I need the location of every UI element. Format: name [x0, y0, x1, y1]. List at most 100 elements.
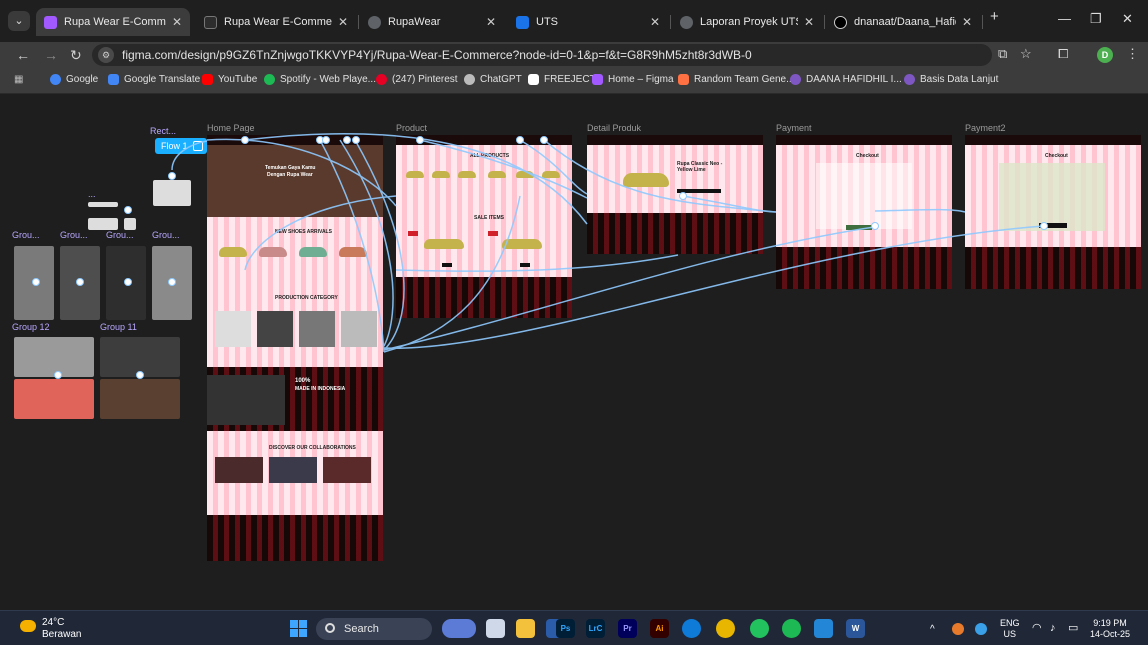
bookmark-star-icon[interactable]: ☆: [1020, 46, 1032, 62]
weather-description: Berawan: [42, 629, 82, 640]
tab-separator: [670, 15, 671, 29]
volume-icon[interactable]: ♪: [1050, 623, 1056, 634]
chrome-icon[interactable]: [716, 619, 735, 638]
bookmark-google-translate[interactable]: Google Translate: [108, 74, 200, 85]
tab-uts[interactable]: UTS ✕: [508, 8, 668, 36]
tab-rupawear[interactable]: RupaWear ✕: [360, 8, 504, 36]
close-tab-icon[interactable]: ✕: [650, 15, 660, 29]
restore-icon[interactable]: ❐: [1090, 11, 1102, 27]
start-button[interactable]: [290, 620, 307, 637]
prototype-wire: [244, 195, 397, 271]
widgets-icon[interactable]: [442, 619, 476, 638]
close-tab-icon[interactable]: ✕: [804, 15, 814, 29]
university-icon: [790, 74, 801, 85]
figma-icon: [44, 15, 57, 29]
connection-node: [54, 371, 62, 379]
kebab-menu-icon[interactable]: ⋮: [1126, 46, 1139, 62]
tab-laporan-proyek[interactable]: Laporan Proyek UTS.docx ✕: [672, 8, 822, 36]
close-window-icon[interactable]: ✕: [1122, 11, 1133, 27]
bookmark-youtube[interactable]: YouTube: [202, 74, 257, 85]
new-tab-button[interactable]: +: [990, 8, 999, 25]
lightroom-classic-icon[interactable]: LrC: [586, 619, 605, 638]
url-text[interactable]: figma.com/design/p9GZ6TnZnjwgoTKKVYP4Yj/…: [122, 48, 752, 62]
connection-node: [352, 136, 360, 144]
tab-label: RupaWear: [388, 16, 441, 28]
install-app-icon[interactable]: ⧉: [998, 46, 1007, 62]
battery-icon[interactable]: ▭: [1068, 623, 1078, 634]
prototype-wire: [383, 195, 521, 353]
browser-tab-strip: ⌄ Rupa Wear E-Commerce – ✕ Rupa Wear E-C…: [0, 0, 1148, 42]
document-icon: [516, 15, 529, 29]
minimize-icon[interactable]: —: [1058, 11, 1071, 26]
taskbar-search[interactable]: Search: [316, 618, 432, 640]
vscode-icon[interactable]: [814, 619, 833, 638]
bookmark-freeject[interactable]: FREEJECT: [528, 74, 596, 85]
weather-temperature: 24°C: [42, 617, 65, 628]
prototype-wire: [419, 139, 588, 199]
photoshop-icon[interactable]: Ps: [556, 619, 575, 638]
close-tab-icon[interactable]: ✕: [338, 15, 348, 29]
prototype-wire: [395, 254, 679, 272]
bookmark-random-team[interactable]: Random Team Gene...: [678, 74, 794, 85]
language-indicator[interactable]: ENG US: [1000, 618, 1020, 640]
connection-node: [516, 136, 524, 144]
word-icon[interactable]: W: [846, 619, 865, 638]
search-icon: [325, 623, 335, 633]
reload-icon[interactable]: ↻: [70, 46, 82, 64]
connection-node: [322, 136, 330, 144]
close-tab-icon[interactable]: ✕: [962, 15, 972, 29]
tab-rupa-wear-figma[interactable]: Rupa Wear E-Commerce ✕: [196, 8, 356, 36]
forward-arrow-icon[interactable]: →: [44, 46, 58, 64]
spotify-icon: [264, 74, 275, 85]
tray-app-icon[interactable]: [952, 623, 964, 635]
bookmark-chatgpt[interactable]: ChatGPT: [464, 74, 522, 85]
profile-avatar[interactable]: D: [1097, 47, 1113, 63]
address-bar[interactable]: ⚙ figma.com/design/p9GZ6TnZnjwgoTKKVYP4Y…: [92, 44, 992, 66]
bookmark-daana[interactable]: DAANA HAFIDHIL I...: [790, 74, 902, 85]
illustrator-icon[interactable]: Ai: [650, 619, 669, 638]
connection-node: [32, 278, 40, 286]
spotify-icon[interactable]: [782, 619, 801, 638]
close-tab-icon[interactable]: ✕: [486, 15, 496, 29]
connection-node: [241, 136, 249, 144]
bookmark-spotify[interactable]: Spotify - Web Playe...: [264, 74, 376, 85]
tab-rupa-wear-figma-active[interactable]: Rupa Wear E-Commerce – ✕: [36, 8, 190, 36]
premiere-pro-icon[interactable]: Pr: [618, 619, 637, 638]
connection-node: [168, 172, 176, 180]
edge-icon[interactable]: [682, 619, 701, 638]
bookmark-basis-data[interactable]: Basis Data Lanjut: [904, 74, 998, 85]
connection-node: [136, 371, 144, 379]
connection-node: [124, 278, 132, 286]
figma-icon: [204, 15, 217, 29]
close-tab-icon[interactable]: ✕: [172, 15, 182, 29]
bookmark-home-figma[interactable]: Home – Figma: [592, 74, 674, 85]
whatsapp-icon[interactable]: [750, 619, 769, 638]
bookmark-pinterest[interactable]: (247) Pinterest: [376, 74, 458, 85]
apps-grid-icon[interactable]: ▦: [14, 74, 23, 85]
show-hidden-icons[interactable]: ^: [930, 624, 935, 635]
university-icon: [904, 74, 915, 85]
youtube-icon: [202, 74, 213, 85]
tab-github[interactable]: dnanaat/Daana_Hafidhil_I ✕: [826, 8, 980, 36]
prototype-wire: [383, 226, 875, 351]
back-arrow-icon[interactable]: ←: [16, 46, 30, 64]
bookmark-google[interactable]: Google: [50, 74, 98, 85]
task-view-icon[interactable]: [486, 619, 505, 638]
pinterest-icon: [376, 74, 387, 85]
extensions-icon[interactable]: ⧠: [1058, 46, 1068, 62]
prototype-wire: [339, 139, 394, 347]
connection-node: [1040, 222, 1048, 230]
prototype-wire: [171, 140, 208, 171]
prototype-connections: [32, 132, 1048, 379]
globe-icon: [680, 15, 693, 29]
site-settings-icon[interactable]: ⚙: [98, 47, 114, 63]
wifi-icon[interactable]: ◠: [1032, 623, 1042, 634]
file-explorer-icon[interactable]: [516, 619, 535, 638]
connection-node: [416, 136, 424, 144]
tab-separator: [982, 15, 983, 29]
figma-canvas[interactable]: Rect... Flow 1 ... Grou... Grou... Grou.…: [0, 94, 1148, 610]
github-icon: [834, 15, 847, 29]
tray-app-icon[interactable]: [975, 623, 987, 635]
tab-search-chevron-icon[interactable]: ⌄: [8, 11, 30, 31]
clock[interactable]: 9:19 PM 14-Oct-25: [1090, 618, 1130, 640]
